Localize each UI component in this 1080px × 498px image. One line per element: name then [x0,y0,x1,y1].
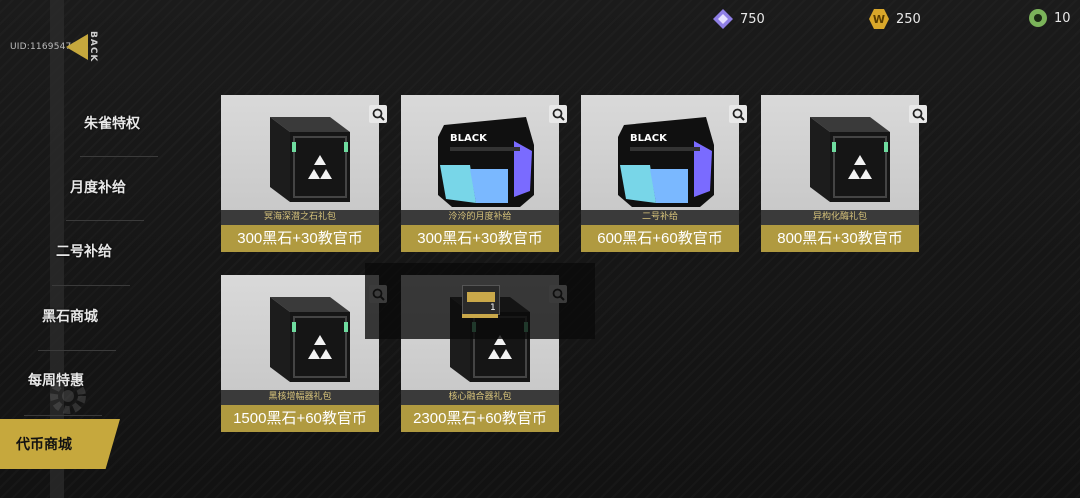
item-card[interactable]: 黑核增幅器礼包 1500黑石+60教官币 [221,275,387,432]
divider [66,220,144,221]
item-card[interactable]: 二号补给 600黑石+60教官币 [581,95,747,252]
token-count: 10 [1054,10,1071,26]
magnifier-icon [372,108,385,121]
item-name: 泠泠的月度补给 [401,210,559,225]
purple-gem-icon [713,9,733,29]
item-price[interactable]: 1500黑石+60教官币 [221,405,379,432]
item-image [401,95,559,210]
item-name: 二号补给 [581,210,739,225]
item-name: 异构化酶礼包 [761,210,919,225]
item-image [221,275,379,390]
item-card[interactable]: 异构化酶礼包 800黑石+30教官币 [761,95,927,252]
divider [80,156,158,157]
reward-popup: 1 [365,263,595,339]
item-name: 冥海深潜之石礼包 [221,210,379,225]
item-card[interactable]: 泠泠的月度补给 300黑石+30教官币 [401,95,567,252]
item-image [581,95,739,210]
back-label: BACK [88,31,98,63]
item-name: 核心融合器礼包 [401,390,559,405]
item-image [221,95,379,210]
reward-bar [462,314,498,318]
nav-label: 每周特惠 [28,373,84,389]
nav-item-zhuque[interactable]: 朱雀特权 [84,94,140,152]
nav-label: 黑石商城 [42,309,98,325]
divider [52,285,130,286]
nav-item-weekly-deals[interactable]: 每周特惠 [28,351,84,409]
nav-label: 朱雀特权 [84,116,140,132]
black-supply-box-icon [618,117,714,207]
gold-coin-icon: W [869,9,889,29]
item-price[interactable]: 600黑石+60教官币 [581,225,739,252]
zoom-button[interactable] [549,105,567,123]
green-token-icon [1029,9,1047,27]
zoom-button[interactable] [909,105,927,123]
currency-coins[interactable]: W 250 [868,8,921,30]
nav-label: 二号补给 [56,244,112,260]
item-price[interactable]: 300黑石+30教官币 [221,225,379,252]
reward-count: 1 [490,303,496,313]
nav-item-supply-two[interactable]: 二号补给 [56,222,112,280]
back-button[interactable] [66,30,106,64]
divider [24,415,102,416]
crate-box-icon [269,116,351,203]
back-arrow-icon [66,34,88,60]
zoom-button[interactable] [729,105,747,123]
nav-label: 代币商城 [16,437,72,453]
black-supply-box-icon [438,117,534,207]
gem-count: 750 [740,11,765,27]
item-price[interactable]: 2300黑石+60教官币 [401,405,559,432]
coin-count: 250 [896,11,921,27]
item-name: 黑核增幅器礼包 [221,390,379,405]
svg-text:W: W [873,13,885,26]
nav-item-token-shop[interactable]: 代币商城 [0,419,120,469]
magnifier-icon [552,108,565,121]
nav-label: 月度补给 [70,180,126,196]
zoom-button[interactable] [369,105,387,123]
crate-box-icon [269,296,351,383]
item-price[interactable]: 300黑石+30教官币 [401,225,559,252]
nav-item-monthly[interactable]: 月度补给 [70,158,126,216]
item-image [761,95,919,210]
magnifier-icon [732,108,745,121]
magnifier-icon [912,108,925,121]
item-price[interactable]: 800黑石+30教官币 [761,225,919,252]
side-nav: UID:11695479 BACK 朱雀特权 月度补给 二号补给 黑石商城 每周… [0,0,165,498]
nav-item-blackstone-shop[interactable]: 黑石商城 [42,287,98,345]
currency-tokens[interactable]: 10 [1028,8,1071,28]
currency-gems[interactable]: 750 [712,8,765,30]
item-card[interactable]: 冥海深潜之石礼包 300黑石+30教官币 [221,95,387,252]
ticket-inner [467,292,495,302]
crate-box-icon [809,116,891,203]
